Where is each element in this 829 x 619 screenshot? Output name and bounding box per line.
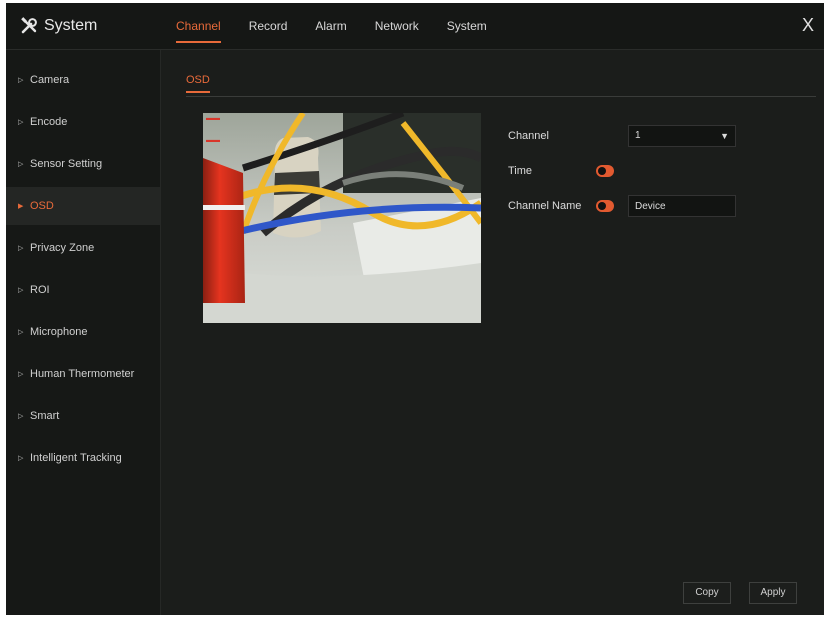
sidebar-item-camera[interactable]: ▷ Camera — [6, 61, 160, 99]
time-label: Time — [508, 165, 533, 177]
sidebar-item-microphone[interactable]: ▷ Microphone — [6, 313, 160, 351]
triangle-right-icon: ▶ — [18, 203, 24, 210]
triangle-right-icon: ▷ — [18, 455, 24, 462]
time-toggle[interactable] — [596, 165, 614, 177]
channel-label: Channel — [508, 130, 549, 142]
sidebar-item-smart[interactable]: ▷ Smart — [6, 397, 160, 435]
sidebar-item-label: Smart — [30, 410, 60, 422]
time-row: Time — [508, 160, 818, 184]
apply-button[interactable]: Apply — [749, 582, 797, 604]
triangle-right-icon: ▷ — [18, 329, 24, 336]
sidebar-item-privacy-zone[interactable]: ▷ Privacy Zone — [6, 229, 160, 267]
sidebar-item-sensor-setting[interactable]: ▷ Sensor Setting — [6, 145, 160, 183]
chevron-down-icon: ▼ — [720, 131, 729, 141]
sidebar-item-label: Sensor Setting — [30, 158, 103, 170]
channel-select[interactable]: 1 ▼ — [628, 125, 736, 147]
sidebar-item-label: Encode — [30, 116, 68, 128]
tab-channel[interactable]: Channel — [176, 3, 221, 49]
subtab-osd[interactable]: OSD — [186, 74, 210, 93]
sidebar-item-intelligent-tracking[interactable]: ▷ Intelligent Tracking — [6, 439, 160, 477]
top-bar: System Channel Record Alarm Network Syst… — [6, 3, 824, 50]
triangle-right-icon: ▷ — [18, 371, 24, 378]
triangle-right-icon: ▷ — [18, 413, 24, 420]
sidebar-item-label: Camera — [30, 74, 70, 86]
channel-row: Channel 1 ▼ — [508, 125, 818, 149]
sidebar: ▷ Camera ▷ Encode ▷ Sensor Setting ▶ OSD ▷ Pr… — [6, 50, 161, 615]
triangle-right-icon: ▷ — [18, 161, 24, 168]
tab-record[interactable]: Record — [249, 3, 288, 49]
tab-network[interactable]: Network — [375, 3, 419, 49]
sidebar-item-label: Microphone — [30, 326, 88, 338]
channel-name-row: Channel Name — [508, 195, 818, 219]
sidebar-item-label: ROI — [30, 284, 50, 296]
sidebar-item-human-thermometer[interactable]: ▷ Human Thermometer — [6, 355, 160, 393]
triangle-right-icon: ▷ — [18, 287, 24, 294]
osd-time-overlay: ▬▬ — [206, 115, 220, 122]
osd-name-overlay: ▬▬ — [206, 137, 220, 144]
sidebar-item-label: Human Thermometer — [30, 368, 135, 380]
settings-window: System Channel Record Alarm Network Syst… — [6, 3, 824, 615]
channel-name-toggle[interactable] — [596, 200, 614, 212]
close-icon[interactable]: X — [798, 15, 818, 35]
channel-name-input[interactable] — [628, 195, 736, 217]
sidebar-item-roi[interactable]: ▷ ROI — [6, 271, 160, 309]
sidebar-item-osd[interactable]: ▶ OSD — [6, 187, 160, 225]
sidebar-item-encode[interactable]: ▷ Encode — [6, 103, 160, 141]
channel-value: 1 — [635, 130, 641, 141]
main-content: OSD ▬▬ ▬▬ Channel 1 ▼ Time Channel Name … — [161, 50, 824, 615]
tab-system[interactable]: System — [447, 3, 487, 49]
sidebar-item-label: OSD — [30, 200, 54, 212]
tools-icon — [20, 17, 38, 35]
tab-alarm[interactable]: Alarm — [315, 3, 346, 49]
copy-button[interactable]: Copy — [683, 582, 731, 604]
sub-tabs: OSD — [186, 70, 816, 97]
sidebar-item-label: Intelligent Tracking — [30, 452, 122, 464]
triangle-right-icon: ▷ — [18, 77, 24, 84]
app-title: System — [44, 17, 98, 34]
channel-name-label: Channel Name — [508, 200, 582, 212]
camera-preview-image — [203, 113, 481, 323]
camera-preview[interactable]: ▬▬ ▬▬ — [203, 113, 481, 323]
app-brand: System — [20, 14, 97, 38]
triangle-right-icon: ▷ — [18, 245, 24, 252]
main-tabs: Channel Record Alarm Network System — [176, 3, 515, 49]
triangle-right-icon: ▷ — [18, 119, 24, 126]
sidebar-item-label: Privacy Zone — [30, 242, 95, 254]
